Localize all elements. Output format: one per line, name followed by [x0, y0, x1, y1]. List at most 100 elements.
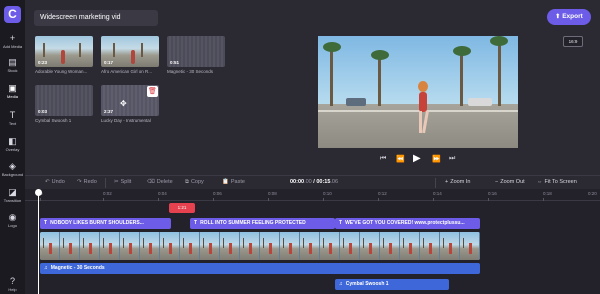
timeline-ruler[interactable]: 0 0:02 0:04 0:06 0:08 0:10 0:12 0:14 0:1… — [25, 189, 600, 201]
zoom-in-button[interactable]: + Zoom In — [445, 179, 470, 185]
frame-tree — [463, 238, 464, 248]
app-logo[interactable]: C — [4, 6, 21, 23]
ruler-tick-label: 0:16 — [488, 191, 497, 196]
plus-icon: + — [445, 179, 449, 185]
frame-tree — [343, 238, 344, 248]
ruler-tick-label: 0:12 — [378, 191, 387, 196]
media-thumbnail[interactable]: 0:23 — [35, 36, 93, 67]
ruler-tick-label: 0:04 — [158, 191, 167, 196]
copy-icon: ⧉ — [185, 179, 189, 185]
frame-tree — [123, 238, 124, 248]
fit-to-screen-button[interactable]: ⇔ Fit To Screen — [537, 179, 577, 185]
ruler-tick — [103, 198, 104, 201]
frame-tree — [443, 238, 444, 248]
sidebar-item-transition[interactable]: ◪ Transition — [0, 187, 25, 203]
media-duration: 0:03 — [38, 109, 48, 114]
video-frame — [220, 232, 240, 260]
preview-palm-leaves — [453, 46, 471, 56]
frame-tree — [43, 238, 44, 248]
playhead-handle[interactable] — [35, 189, 42, 196]
media-caption: Magnetic - 30 Seconds — [167, 69, 214, 74]
audio-clip[interactable]: ♫ Cymbal Swoosh 1 — [335, 279, 449, 290]
sidebar-item-text[interactable]: T Text — [0, 110, 25, 126]
zoom-out-button[interactable]: − Zoom Out — [495, 179, 525, 185]
background-icon: ◈ — [9, 161, 16, 171]
audio-clip-label: Cymbal Swoosh 1 — [345, 281, 389, 287]
current-time-fraction: .00 — [304, 179, 312, 185]
frame-person — [449, 243, 452, 254]
frame-tree — [63, 238, 64, 248]
split-button[interactable]: ✂ Split — [114, 179, 131, 185]
frame-tree — [223, 238, 224, 248]
copy-label: Copy — [190, 179, 204, 185]
frame-tree — [403, 238, 404, 248]
preview-person-top — [419, 92, 427, 112]
ruler-tick — [433, 198, 434, 201]
sidebar-item-overlay[interactable]: ◧ Overlay — [0, 136, 25, 152]
redo-label: Redo — [83, 179, 97, 185]
sidebar-item-help[interactable]: ? Help — [0, 276, 25, 292]
redo-button[interactable]: ↷ Redo — [77, 179, 97, 185]
frame-tree — [183, 238, 184, 248]
media-thumbnail[interactable]: 0:17 — [101, 36, 159, 67]
step-back-button[interactable]: ⏪ — [396, 155, 405, 163]
media-caption: Afro American Girl on R... — [101, 69, 153, 74]
copy-button[interactable]: ⧉ Copy — [185, 179, 204, 186]
video-frame — [80, 232, 100, 260]
undo-button[interactable]: ↶ Undo — [45, 179, 65, 185]
logo-icon: ◉ — [8, 212, 17, 222]
video-frame — [200, 232, 220, 260]
play-button[interactable]: ▶ — [413, 153, 421, 164]
playhead[interactable] — [38, 189, 39, 294]
media-thumbnail[interactable]: 0:03 — [35, 85, 93, 116]
text-icon: T — [44, 220, 48, 226]
sidebar-item-logo[interactable]: ◉ Logo — [0, 212, 25, 228]
media-duration: 0:51 — [170, 60, 180, 65]
skip-back-button[interactable]: ⏮ — [380, 155, 386, 163]
frame-person — [49, 243, 52, 254]
preview-person-hair — [418, 81, 428, 92]
text-clip[interactable]: T ROLL INTO SUMMER FEELING PROTECTED — [190, 218, 335, 229]
editor-app: C + Add Media ▤ Stock ▣ Media T Text ◧ O… — [0, 0, 600, 294]
timeline[interactable]: 0 0:02 0:04 0:06 0:08 0:10 0:12 0:14 0:1… — [25, 189, 600, 294]
preview-palm — [330, 46, 333, 106]
aspect-ratio-button[interactable]: 16:9 — [563, 36, 583, 47]
audio-clip[interactable]: ♫ Magnetic - 30 Seconds — [40, 263, 480, 274]
skip-forward-button[interactable]: ⏭ — [449, 155, 455, 163]
preview-palm-leaves — [323, 42, 341, 52]
sidebar-item-add-media[interactable]: + Add Media — [0, 33, 25, 49]
preview-palm — [498, 40, 501, 106]
video-preview[interactable] — [318, 36, 518, 148]
text-clip[interactable]: T NOBODY LIKES BURNT SHOULDERS... — [40, 218, 171, 229]
text-clip-label: NOBODY LIKES BURNT SHOULDERS... — [50, 220, 144, 226]
video-frame — [360, 232, 380, 260]
sidebar-item-background[interactable]: ◈ Background — [0, 161, 25, 177]
video-frame — [400, 232, 420, 260]
video-frame — [40, 232, 60, 260]
media-duration: 2:37 — [104, 109, 114, 114]
sidebar-item-label: Stock — [7, 68, 18, 73]
split-label: Split — [120, 179, 132, 185]
stock-icon: ▤ — [8, 57, 17, 67]
media-duration: 0:17 — [104, 60, 114, 65]
sidebar-item-media[interactable]: ▣ Media — [0, 83, 25, 99]
undo-icon: ↶ — [45, 179, 50, 185]
step-forward-button[interactable]: ⏩ — [432, 155, 441, 163]
delete-button[interactable]: ⌫ Delete — [147, 179, 173, 185]
help-icon: ? — [9, 276, 15, 286]
delete-media-button[interactable]: 🗑 — [147, 86, 158, 97]
sticker-clip[interactable]: 1:21 — [169, 203, 195, 213]
export-button[interactable]: ⬆ Export — [547, 9, 591, 25]
project-title-input[interactable]: Widescreen marketing vid — [34, 10, 158, 26]
delete-label: Delete — [156, 179, 173, 185]
text-clip[interactable]: T WE'VE GOT YOU COVERED! www.protectpluss… — [335, 218, 480, 229]
thumbnail-tree — [43, 43, 45, 57]
sidebar-item-stock[interactable]: ▤ Stock — [0, 57, 25, 73]
media-thumbnail[interactable]: 0:51 — [167, 36, 225, 67]
paste-icon: 📋 — [222, 179, 229, 185]
video-clip-track[interactable] — [40, 232, 480, 260]
paste-button[interactable]: 📋 Paste — [222, 179, 245, 185]
total-time: 00:15 — [316, 179, 331, 185]
frame-person — [249, 243, 252, 254]
redo-icon: ↷ — [77, 179, 82, 185]
